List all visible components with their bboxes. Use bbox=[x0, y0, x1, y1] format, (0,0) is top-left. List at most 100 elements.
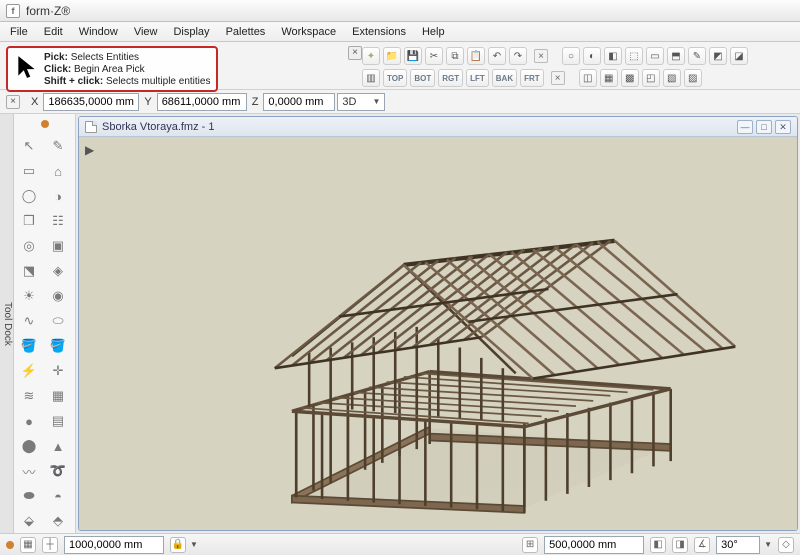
display-btn-2[interactable]: ▦ bbox=[600, 69, 618, 87]
tool-cone-icon[interactable]: ▲ bbox=[45, 434, 71, 458]
coord-bar-close[interactable]: × bbox=[6, 95, 20, 109]
display-btn-5[interactable]: ▧ bbox=[663, 69, 681, 87]
menu-view[interactable]: View bbox=[126, 24, 166, 40]
viewport-maximize-button[interactable]: □ bbox=[756, 120, 772, 134]
tool-zigzag-icon[interactable]: ⚡ bbox=[16, 359, 42, 383]
toolbar-btn-misc-9[interactable]: ◪ bbox=[730, 47, 748, 65]
display-btn-4[interactable]: ◰ bbox=[642, 69, 660, 87]
tool-stack-icon[interactable]: ☷ bbox=[45, 209, 71, 233]
toolbar-btn-redo[interactable]: ↷ bbox=[509, 47, 527, 65]
tool-bucket-icon[interactable]: 🪣 bbox=[16, 334, 42, 358]
toolbar-btn-misc-4[interactable]: ⬚ bbox=[625, 47, 643, 65]
viewport-titlebar[interactable]: Sborka Vtoraya.fmz - 1 — □ ✕ bbox=[79, 117, 797, 137]
tool-curve-icon[interactable]: ∿ bbox=[16, 309, 42, 333]
status-btn-angle[interactable]: ∡ bbox=[694, 537, 710, 553]
tool-helix-icon[interactable]: ➰ bbox=[45, 459, 71, 483]
toolbar-btn-save[interactable]: 💾 bbox=[404, 47, 422, 65]
viewport-corner-icon[interactable]: ▶ bbox=[85, 143, 94, 157]
toolbar-btn-undo[interactable]: ↶ bbox=[488, 47, 506, 65]
toolbar-btn-misc-7[interactable]: ✎ bbox=[688, 47, 706, 65]
status-btn-axis-lock[interactable]: 🔒 bbox=[170, 537, 186, 553]
tool-donut-icon[interactable]: ◉ bbox=[45, 284, 71, 308]
display-btn-3[interactable]: ▩ bbox=[621, 69, 639, 87]
menu-window[interactable]: Window bbox=[71, 24, 126, 40]
toolbar-btn-misc-6[interactable]: ⬒ bbox=[667, 47, 685, 65]
tool-dock-tab[interactable]: Tool Dock bbox=[0, 114, 14, 533]
status-handle-icon[interactable] bbox=[6, 541, 14, 549]
toolbar-btn-copy[interactable]: ⧉ bbox=[446, 47, 464, 65]
menu-edit[interactable]: Edit bbox=[36, 24, 71, 40]
toolbar-btn-misc-8[interactable]: ◩ bbox=[709, 47, 727, 65]
tool-shell-icon[interactable]: ◑ bbox=[45, 184, 71, 208]
toolbar-close-2[interactable]: × bbox=[551, 71, 565, 85]
toolbar-btn-paste[interactable]: 📋 bbox=[467, 47, 485, 65]
tool-house-icon[interactable]: ⌂ bbox=[45, 159, 71, 183]
tool-block-icon[interactable]: ▣ bbox=[45, 234, 71, 258]
tool-torus-icon[interactable]: ⬤ bbox=[16, 434, 42, 458]
toolbar-btn-misc-1[interactable]: ○ bbox=[562, 47, 580, 65]
tool-bucket2-icon[interactable]: 🪣 bbox=[45, 334, 71, 358]
status-btn-snap[interactable]: ┼ bbox=[42, 537, 58, 553]
menu-display[interactable]: Display bbox=[165, 24, 217, 40]
view-btn-lft[interactable]: LFT bbox=[466, 69, 489, 87]
toolbar-btn-misc-5[interactable]: ▭ bbox=[646, 47, 664, 65]
viewport-canvas[interactable]: ▶ bbox=[79, 137, 797, 530]
coord-z-input[interactable] bbox=[263, 93, 335, 111]
view-btn-bot[interactable]: BOT bbox=[410, 69, 435, 87]
menu-help[interactable]: Help bbox=[414, 24, 453, 40]
tool-wall-icon[interactable]: ▤ bbox=[45, 409, 71, 433]
coord-mode-select[interactable]: 3D▼ bbox=[337, 93, 385, 111]
view-btn-persp[interactable]: ▥ bbox=[362, 69, 380, 87]
tool-surf-icon[interactable]: ⬘ bbox=[45, 509, 71, 533]
tool-cursor-icon[interactable]: ↖ bbox=[16, 134, 42, 158]
tool-sphere-icon[interactable]: ● bbox=[16, 409, 42, 433]
tool-cube-icon[interactable]: ❒ bbox=[16, 209, 42, 233]
viewport-close-button[interactable]: ✕ bbox=[775, 120, 791, 134]
menu-palettes[interactable]: Palettes bbox=[218, 24, 274, 40]
tool-axis-icon[interactable]: ✛ bbox=[45, 359, 71, 383]
coord-y-input[interactable] bbox=[157, 93, 247, 111]
menu-workspace[interactable]: Workspace bbox=[273, 24, 344, 40]
view-btn-rgt[interactable]: RGT bbox=[438, 69, 463, 87]
hint-close-button[interactable]: × bbox=[348, 46, 362, 60]
tool-rect-icon[interactable]: ▭ bbox=[16, 159, 42, 183]
tool-melon-icon[interactable]: ⬬ bbox=[16, 484, 42, 508]
menu-file[interactable]: File bbox=[2, 24, 36, 40]
menu-extensions[interactable]: Extensions bbox=[344, 24, 414, 40]
tool-grid-icon[interactable]: ▦ bbox=[45, 384, 71, 408]
toolbar-btn-misc-3[interactable]: ◧ bbox=[604, 47, 622, 65]
tool-dome-icon[interactable]: ◓ bbox=[45, 484, 71, 508]
chevron-down-icon[interactable]: ▼ bbox=[190, 540, 198, 549]
toolbar-btn-misc-2[interactable]: ◐ bbox=[583, 47, 601, 65]
chevron-down-icon[interactable]: ▼ bbox=[764, 540, 772, 549]
coord-x-input[interactable] bbox=[43, 93, 139, 111]
status-btn-snap-size[interactable]: ⊞ bbox=[522, 537, 538, 553]
view-btn-frt[interactable]: FRT bbox=[520, 69, 544, 87]
display-btn-6[interactable]: ▨ bbox=[684, 69, 702, 87]
tool-prism-icon[interactable]: ◈ bbox=[45, 259, 71, 283]
tool-profile-icon[interactable]: ⬔ bbox=[16, 259, 42, 283]
tool-loft-icon[interactable]: ⬙ bbox=[16, 509, 42, 533]
status-btn-grid-toggle[interactable]: ▦ bbox=[20, 537, 36, 553]
toolbar-btn-cut[interactable]: ✂ bbox=[425, 47, 443, 65]
toolbar-close-1[interactable]: × bbox=[534, 49, 548, 63]
toolbar-btn-open[interactable]: 📁 bbox=[383, 47, 401, 65]
status-btn-a[interactable]: ◧ bbox=[650, 537, 666, 553]
status-grid-input[interactable] bbox=[64, 536, 164, 554]
tool-cylinder-icon[interactable]: ⬭ bbox=[45, 309, 71, 333]
display-btn-1[interactable]: ◫ bbox=[579, 69, 597, 87]
tool-zigzag2-icon[interactable]: ≋ bbox=[16, 384, 42, 408]
viewport-minimize-button[interactable]: — bbox=[737, 120, 753, 134]
toolbar-btn-new[interactable]: ✦ bbox=[362, 47, 380, 65]
status-btn-c[interactable]: ◇ bbox=[778, 537, 794, 553]
status-btn-b[interactable]: ◨ bbox=[672, 537, 688, 553]
tool-wave-icon[interactable]: 〰 bbox=[16, 459, 42, 483]
status-snap-input[interactable] bbox=[544, 536, 644, 554]
tool-pen-icon[interactable]: ✎ bbox=[45, 134, 71, 158]
view-btn-bak[interactable]: BAK bbox=[492, 69, 517, 87]
tool-oval-icon[interactable]: ◯ bbox=[16, 184, 42, 208]
palette-handle-icon[interactable] bbox=[41, 120, 49, 128]
view-btn-top[interactable]: TOP bbox=[383, 69, 407, 87]
tool-sun-icon[interactable]: ☀ bbox=[16, 284, 42, 308]
status-angle-input[interactable] bbox=[716, 536, 760, 554]
